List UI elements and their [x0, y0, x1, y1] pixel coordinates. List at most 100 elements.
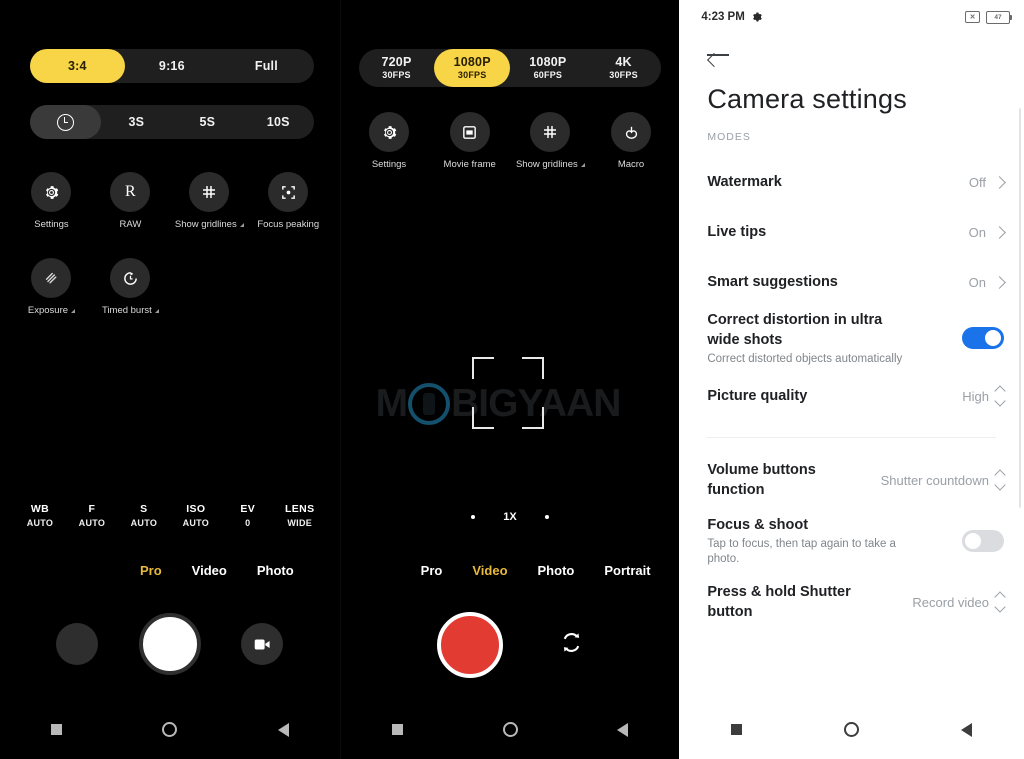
mode-pro[interactable]: Pro	[421, 563, 443, 578]
nav-back-button[interactable]	[226, 722, 339, 737]
android-nav-bar[interactable]	[341, 722, 680, 737]
pro-shutter-row	[0, 613, 340, 675]
zoom-dot-left[interactable]	[471, 515, 476, 519]
tool-focus-peaking[interactable]: Focus peaking	[249, 172, 328, 230]
mode-photo[interactable]: Photo	[257, 563, 294, 578]
back-button[interactable]	[679, 34, 1024, 76]
nav-home-button[interactable]	[454, 722, 567, 737]
pro-mode-strip[interactable]: Pro Video Photo	[140, 563, 294, 578]
tool-exposure[interactable]: Exposure	[12, 258, 91, 316]
toggle-focus-shoot[interactable]	[962, 530, 1004, 552]
tool-movie-frame[interactable]: Movie frame	[429, 112, 510, 170]
resolution-option-4k30[interactable]: 4K 30FPS	[586, 49, 662, 87]
setting-title: Live tips	[707, 224, 767, 240]
setting-title: Correct distortion in ultra wide shots	[707, 311, 883, 348]
tool-macro[interactable]: Macro	[591, 112, 672, 170]
resolution-option-1080p30[interactable]: 1080P 30FPS	[434, 49, 511, 87]
setting-row-correct-distortion[interactable]: Correct distortion in ultra wide shots C…	[679, 307, 1024, 369]
pro-param-f[interactable]: F AUTO	[66, 503, 118, 528]
stepper-updown-icon[interactable]	[994, 469, 1006, 491]
video-resolution-selector[interactable]: 720P 30FPS 1080P 30FPS 1080P 60FPS 4K 30…	[358, 49, 662, 87]
switch-camera-icon	[563, 633, 579, 652]
nav-home-button[interactable]	[113, 722, 226, 737]
tool-show-gridlines[interactable]: Show gridlines	[170, 172, 249, 230]
tool-settings[interactable]: Settings	[349, 112, 430, 170]
aspect-ratio-option-3-4[interactable]: 3:4	[30, 49, 125, 83]
gallery-thumbnail[interactable]	[56, 623, 99, 665]
setting-row-picture-quality[interactable]: Picture quality High	[679, 369, 1024, 423]
switch-to-video-button[interactable]	[241, 623, 284, 665]
pro-param-s[interactable]: S AUTO	[118, 503, 170, 528]
nav-recents-button[interactable]	[341, 722, 454, 737]
stepper-updown-icon[interactable]	[994, 385, 1006, 407]
video-tools-row: Settings Movie frame Show gridlines Macr…	[341, 112, 680, 170]
chevron-expand-icon	[154, 308, 159, 313]
aspect-ratio-label: Full	[254, 58, 278, 73]
mode-video[interactable]: Video	[472, 563, 507, 578]
toggle-knob	[965, 533, 981, 549]
resolution-option-1080p60[interactable]: 1080P 60FPS	[510, 49, 586, 87]
mode-photo[interactable]: Photo	[538, 563, 575, 578]
mode-video[interactable]: Video	[192, 563, 227, 578]
setting-title: Smart suggestions	[707, 274, 838, 290]
setting-row-live-tips[interactable]: Live tips On	[679, 207, 1024, 257]
gear-icon	[752, 12, 762, 22]
tool-label: Settings	[34, 219, 68, 230]
nav-home-button[interactable]	[794, 722, 909, 737]
back-triangle-icon	[961, 722, 973, 737]
timer-option-10s[interactable]: 10S	[243, 105, 314, 139]
status-bar-left: 4:23 PM	[701, 11, 762, 23]
resolution-option-720p30[interactable]: 720P 30FPS	[359, 49, 435, 87]
pro-param-ev[interactable]: EV 0	[222, 503, 274, 528]
resolution-sub: 60FPS	[533, 69, 563, 80]
home-circle-icon	[162, 722, 178, 737]
setting-text: Smart suggestions	[707, 272, 968, 292]
setting-subtitle: Correct distorted objects automatically	[707, 352, 903, 365]
aspect-ratio-option-full[interactable]: Full	[219, 49, 314, 83]
stepper-updown-icon[interactable]	[994, 591, 1006, 613]
setting-row-press-hold-shutter[interactable]: Press & hold Shutter button Record video	[679, 574, 1024, 630]
record-button[interactable]	[436, 612, 503, 678]
setting-row-watermark[interactable]: Watermark Off	[679, 157, 1024, 207]
android-nav-bar[interactable]	[0, 722, 340, 737]
gear-icon	[369, 112, 409, 152]
zoom-dot-right[interactable]	[544, 515, 549, 519]
tool-show-gridlines[interactable]: Show gridlines	[510, 112, 591, 170]
shutter-button[interactable]	[138, 613, 201, 675]
timer-option-3s[interactable]: 3S	[101, 105, 172, 139]
pro-param-key: EV	[240, 503, 256, 515]
timer-option-5s[interactable]: 5S	[172, 105, 243, 139]
setting-row-smart-suggestions[interactable]: Smart suggestions On	[679, 257, 1024, 307]
switch-camera-button[interactable]	[559, 630, 584, 660]
pro-param-iso[interactable]: ISO AUTO	[170, 503, 222, 528]
resolution-main: 4K	[615, 54, 632, 69]
timer-selector[interactable]: 3S 5S 10S	[30, 105, 314, 139]
tool-label-text: Show gridlines	[174, 219, 237, 230]
setting-row-volume-buttons[interactable]: Volume buttons function Shutter countdow…	[679, 452, 1024, 508]
section-divider	[707, 437, 996, 438]
nav-back-button[interactable]	[566, 722, 679, 737]
setting-row-focus-shoot[interactable]: Focus & shoot Tap to focus, then tap aga…	[679, 508, 1024, 574]
toggle-correct-distortion[interactable]	[962, 327, 1004, 349]
tool-raw[interactable]: R RAW	[91, 172, 170, 230]
mode-portrait[interactable]: Portrait	[604, 563, 650, 578]
android-nav-bar[interactable]	[679, 722, 1024, 737]
tool-label-text: Movie frame	[443, 159, 496, 170]
timer-option-off[interactable]	[30, 105, 101, 139]
video-mode-strip[interactable]: Pro Video Photo Portrait	[421, 563, 651, 578]
nav-recents-button[interactable]	[679, 722, 794, 737]
pro-param-wb[interactable]: WB AUTO	[14, 503, 66, 528]
aspect-ratio-option-9-16[interactable]: 9:16	[125, 49, 220, 83]
settings-scrollbar[interactable]	[1019, 108, 1021, 508]
pro-param-value: AUTO	[78, 518, 106, 528]
tool-timed-burst[interactable]: Timed burst	[91, 258, 170, 316]
focus-corner-top-left	[472, 357, 494, 379]
nav-recents-button[interactable]	[0, 722, 113, 737]
tool-placeholder	[170, 258, 249, 316]
nav-back-button[interactable]	[909, 722, 1024, 737]
aspect-ratio-selector[interactable]: 3:4 9:16 Full	[30, 49, 314, 83]
tool-settings[interactable]: Settings	[12, 172, 91, 230]
pro-param-lens[interactable]: LENS WIDE	[274, 503, 326, 528]
zoom-indicator[interactable]: 1X	[341, 511, 680, 523]
mode-pro[interactable]: Pro	[140, 563, 162, 578]
